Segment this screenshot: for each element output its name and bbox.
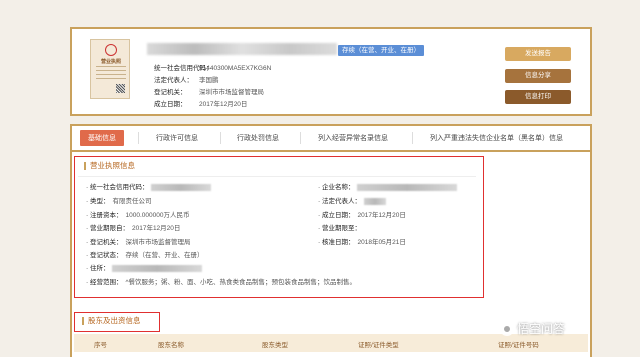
field-label: · 核准日期： bbox=[318, 239, 355, 246]
send-report-button[interactable]: 发送报告 bbox=[505, 47, 571, 61]
watermark: 悟空问答 bbox=[500, 320, 565, 337]
license-line bbox=[96, 74, 126, 75]
field-term-to: · 营业期限至： bbox=[318, 222, 364, 232]
redacted-value bbox=[151, 183, 212, 191]
tab-admin-penalty[interactable]: 行政处罚信息 bbox=[237, 133, 279, 143]
watermark-text: 悟空问答 bbox=[517, 322, 566, 336]
field-value: 2017年12月20日 bbox=[131, 225, 181, 232]
header-founded-value: 2017年12月20日 bbox=[199, 101, 248, 108]
section-divider bbox=[78, 176, 476, 177]
field-term-from: · 营业期限自： 2017年12月20日 bbox=[86, 222, 180, 232]
redacted-value bbox=[363, 197, 386, 205]
field-label: · 法定代表人： bbox=[318, 198, 361, 205]
field-value: 2018年05月21日 bbox=[357, 239, 406, 246]
header-founded-label: 成立日期： bbox=[154, 101, 187, 108]
tab-admin-license[interactable]: 行政许可信息 bbox=[156, 133, 198, 143]
header-authority-value: 深圳市市场监督管理局 bbox=[199, 89, 264, 96]
field-credit-code: · 统一社会信用代码： bbox=[86, 181, 212, 191]
column-header: 股东类型 bbox=[262, 342, 288, 349]
license-line bbox=[96, 78, 126, 79]
redacted-value bbox=[357, 183, 458, 191]
field-label: · 营业期限自： bbox=[86, 225, 129, 232]
tab-divider bbox=[138, 132, 139, 144]
field-status: · 登记状态： 存续（在营、开业、在册） bbox=[86, 249, 203, 259]
field-capital: · 注册资本： 1000.000000万人民币 bbox=[86, 209, 189, 219]
column-header: 证照/证件号码 bbox=[498, 342, 539, 349]
field-label: · 登记机关： bbox=[86, 239, 123, 246]
business-license-thumbnail[interactable]: 营业执照 bbox=[90, 39, 130, 99]
header-legal-rep-value: 李国鹏 bbox=[199, 77, 219, 84]
qr-code-icon bbox=[116, 84, 125, 93]
company-name-redacted bbox=[147, 43, 337, 55]
header-authority-label: 登记机关： bbox=[154, 89, 187, 96]
field-label: · 营业期限至： bbox=[318, 225, 361, 232]
column-header: 证照/证件类型 bbox=[358, 342, 399, 349]
field-label: · 成立日期： bbox=[318, 212, 355, 219]
field-value: 1000.000000万人民币 bbox=[125, 212, 190, 219]
share-info-button[interactable]: 信息分享 bbox=[505, 69, 571, 83]
license-line bbox=[96, 66, 126, 67]
field-value: 深圳市市场监督管理局 bbox=[125, 239, 191, 246]
print-info-button[interactable]: 信息打印 bbox=[505, 90, 571, 104]
tab-divider bbox=[412, 132, 413, 144]
field-label: · 类型： bbox=[86, 198, 110, 205]
field-value: 2017年12月20日 bbox=[357, 212, 406, 219]
license-line bbox=[96, 70, 126, 71]
company-header-card: 营业执照 存续（在营、开业、在册） 统一社会信用代码：91440300MA5EX… bbox=[70, 27, 592, 116]
field-value: 有限责任公司 bbox=[112, 198, 152, 205]
field-authority: · 登记机关： 深圳市市场监督管理局 bbox=[86, 236, 190, 246]
column-header: 序号 bbox=[94, 342, 107, 349]
header-legal-rep-row: 法定代表人： 李国鹏 bbox=[154, 74, 219, 84]
tab-blacklist[interactable]: 列入严重违法失信企业名单（黑名单）信息 bbox=[430, 133, 563, 143]
header-legal-rep-label: 法定代表人： bbox=[154, 77, 193, 84]
field-label: · 经营范围： bbox=[86, 279, 123, 286]
wukong-logo-icon bbox=[500, 321, 514, 336]
field-label: · 统一社会信用代码： bbox=[86, 184, 149, 191]
header-authority-row: 登记机关： 深圳市市场监督管理局 bbox=[154, 86, 264, 96]
tab-divider bbox=[220, 132, 221, 144]
field-legal-rep: · 法定代表人： bbox=[318, 195, 386, 205]
field-founded: · 成立日期： 2017年12月20日 bbox=[318, 209, 406, 219]
field-type: · 类型： 有限责任公司 bbox=[86, 195, 151, 205]
header-credit-code-label: 统一社会信用代码： bbox=[154, 65, 213, 72]
field-label: · 注册资本： bbox=[86, 212, 123, 219]
field-approval-date: · 核准日期： 2018年05月21日 bbox=[318, 236, 406, 246]
business-license-section-title: 营业执照信息 bbox=[84, 162, 135, 170]
field-label: · 登记状态： bbox=[86, 252, 123, 259]
header-credit-code-value: 91440300MA5EX7KG6N bbox=[199, 65, 272, 72]
shareholders-section-title: 股东及出资信息 bbox=[82, 317, 141, 325]
header-founded-row: 成立日期： 2017年12月20日 bbox=[154, 98, 247, 108]
field-label: · 住所： bbox=[86, 265, 110, 272]
seal-icon bbox=[105, 44, 117, 56]
field-value: 存续（在营、开业、在册） bbox=[125, 252, 204, 259]
tab-abnormal-list[interactable]: 列入经营异常名录信息 bbox=[318, 133, 388, 143]
column-header: 股东名称 bbox=[158, 342, 184, 349]
tab-basic-info[interactable]: 基础信息 bbox=[80, 130, 124, 146]
redacted-value bbox=[112, 264, 203, 272]
field-label: · 企业名称： bbox=[318, 184, 355, 191]
field-company-name: · 企业名称： bbox=[318, 181, 458, 191]
tab-divider bbox=[300, 132, 301, 144]
status-badge: 存续（在营、开业、在册） bbox=[338, 45, 424, 56]
page-background-left bbox=[0, 0, 70, 357]
field-business-scope: · 经营范围： ^餐饮服务；粥、粉、面、小吃、热食类食品制售；预包装食品制售；饮品… bbox=[86, 276, 356, 286]
info-tabs: 基础信息 行政许可信息 行政处罚信息 列入经营异常名录信息 列入严重违法失信企业… bbox=[70, 124, 592, 152]
field-address: · 住所： bbox=[86, 262, 203, 272]
field-value: ^餐饮服务；粥、粉、面、小吃、热食类食品制售；预包装食品制售；饮品制售。 bbox=[125, 279, 357, 286]
license-title: 营业执照 bbox=[100, 59, 121, 65]
header-credit-code-row: 统一社会信用代码：91440300MA5EX7KG6N bbox=[154, 62, 271, 72]
